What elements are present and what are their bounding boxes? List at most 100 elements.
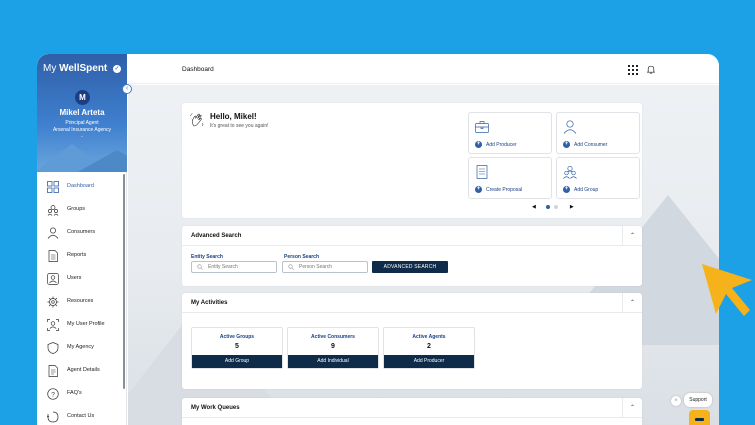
sidebar-collapse-button[interactable]: ‹ — [122, 84, 132, 94]
stat-active-consumers: Active Consumers 9 Add Individual — [287, 327, 379, 369]
agent-details-icon — [47, 364, 59, 377]
sidebar-item-label: Dashboard — [67, 182, 94, 189]
stat-active-groups: Active Groups 5 Add Group — [191, 327, 283, 369]
groups-icon — [47, 203, 59, 216]
plus-icon: + — [475, 186, 482, 193]
faq-icon: ? — [47, 387, 59, 400]
stat-title: Active Agents — [412, 334, 446, 340]
sidebar-nav: Dashboard Groups Consumers Reports Users… — [37, 174, 127, 425]
sidebar-item-label: FAQ's — [67, 389, 82, 396]
stat-title: Active Groups — [219, 334, 255, 340]
sidebar-item-reports[interactable]: Reports — [37, 243, 127, 266]
brand-name: WellSpent — [59, 63, 108, 74]
quick-action-create-proposal[interactable]: + Create Proposal — [468, 157, 552, 199]
brand-mountain — [67, 150, 127, 172]
section-title: My Activities — [191, 300, 228, 306]
quick-action-add-consumer[interactable]: + Add Consumer — [556, 112, 640, 154]
section-header: Advanced Search ⌃ — [182, 226, 642, 246]
sidebar-item-faqs[interactable]: ? FAQ's — [37, 381, 127, 404]
stat-value: 9 — [331, 343, 335, 350]
users-icon — [47, 272, 59, 285]
avatar[interactable]: M — [75, 90, 90, 105]
support-label[interactable]: Support — [684, 393, 712, 407]
search-icon — [197, 264, 203, 270]
group-icon — [563, 165, 577, 179]
quick-action-add-producer[interactable]: + Add Producer — [468, 112, 552, 154]
carousel-dot[interactable] — [545, 205, 550, 209]
chevron-up-icon[interactable]: ⌃ — [622, 398, 642, 418]
welcome-card: Hello, Mikel! It's great to see you agai… — [182, 103, 642, 218]
section-header: My Activities ⌃ — [182, 293, 642, 313]
sidebar-item-resources[interactable]: Resources — [37, 289, 127, 312]
apps-grid-icon[interactable] — [628, 65, 638, 75]
person-icon — [563, 120, 577, 134]
welcome-title: Hello, Mikel! — [210, 112, 257, 121]
stat-value: 5 — [235, 343, 239, 350]
sidebar-item-users[interactable]: Users — [37, 266, 127, 289]
sidebar-item-label: Agent Details — [67, 366, 100, 373]
sidebar-item-label: Users — [67, 274, 82, 281]
sidebar-item-label: Contact Us — [67, 412, 95, 419]
carousel-next-icon[interactable]: ▶ — [570, 204, 574, 210]
sidebar-item-my-agency[interactable]: My Agency — [37, 335, 127, 358]
svg-text:?: ? — [51, 391, 55, 398]
sidebar-item-label: Groups — [67, 205, 86, 212]
carousel-prev-icon[interactable]: ◀ — [532, 204, 536, 210]
advanced-search-button[interactable]: ADVANCED SEARCH — [372, 261, 448, 273]
brand-logo: My WellSpent — [43, 63, 107, 74]
person-search-label: Person Search — [284, 254, 320, 260]
sidebar-item-label: Resources — [67, 297, 94, 304]
reports-icon — [47, 249, 59, 262]
sidebar-item-label: Reports — [67, 251, 87, 258]
close-icon[interactable]: × — [671, 396, 681, 406]
sidebar: My WellSpent ✓ M Mikel Arteta Principal … — [37, 54, 127, 425]
section-header: My Work Queues ⌃ — [182, 398, 642, 418]
sidebar-item-label: My Agency — [67, 343, 94, 350]
add-group-button[interactable]: Add Group — [192, 355, 282, 368]
bell-icon[interactable] — [647, 65, 655, 74]
sidebar-item-agent-details[interactable]: Agent Details — [37, 358, 127, 381]
carousel-controls: ◀ ▶ — [532, 204, 574, 210]
brand-header: My WellSpent ✓ M Mikel Arteta Principal … — [37, 54, 127, 172]
sidebar-item-groups[interactable]: Groups — [37, 197, 127, 220]
add-individual-button[interactable]: Add Individual — [288, 355, 378, 368]
quick-action-label: Create Proposal — [486, 186, 523, 193]
document-icon — [476, 165, 488, 179]
agency-icon — [47, 341, 59, 354]
main-content: Hello, Mikel! It's great to see you agai… — [128, 85, 719, 425]
welcome-subtitle: It's great to see you again! — [210, 123, 269, 129]
brand-badge-icon: ✓ — [113, 65, 121, 73]
user-profile-icon — [47, 318, 59, 331]
dashboard-icon — [47, 180, 59, 193]
support-button[interactable] — [689, 410, 710, 425]
sidebar-item-label: Consumers — [67, 228, 96, 235]
chevron-up-icon[interactable]: ⌃ — [622, 226, 642, 246]
plus-icon: + — [475, 141, 482, 148]
briefcase-icon — [475, 121, 489, 133]
stat-active-agents: Active Agents 2 Add Producer — [383, 327, 475, 369]
work-queues-card: My Work Queues ⌃ — [182, 398, 642, 425]
entity-search-field[interactable] — [191, 261, 277, 273]
chevron-up-icon[interactable]: ⌃ — [622, 293, 642, 313]
app-window: My WellSpent ✓ M Mikel Arteta Principal … — [37, 54, 719, 425]
sidebar-item-contact-us[interactable]: Contact Us — [37, 404, 127, 425]
quick-action-label: Add Consumer — [574, 141, 608, 148]
quick-action-add-group[interactable]: + Add Group — [556, 157, 640, 199]
contact-icon — [46, 410, 59, 422]
carousel-dot[interactable] — [553, 205, 558, 209]
entity-search-input[interactable] — [208, 264, 268, 270]
person-search-field[interactable] — [282, 261, 368, 273]
sidebar-item-dashboard[interactable]: Dashboard — [37, 174, 127, 197]
section-title: Advanced Search — [191, 233, 242, 239]
sidebar-item-my-user-profile[interactable]: My User Profile — [37, 312, 127, 335]
stat-value: 2 — [427, 343, 431, 350]
cursor-arrow-icon — [702, 264, 752, 316]
plus-icon: + — [563, 186, 570, 193]
resources-icon — [47, 295, 59, 307]
person-search-input[interactable] — [299, 264, 359, 270]
page-title: Dashboard — [182, 66, 214, 73]
add-producer-button[interactable]: Add Producer — [384, 355, 474, 368]
sidebar-item-consumers[interactable]: Consumers — [37, 220, 127, 243]
agent-agency: Arsenal Insurance Agency — [52, 127, 112, 133]
sidebar-scrollbar[interactable] — [123, 174, 125, 389]
